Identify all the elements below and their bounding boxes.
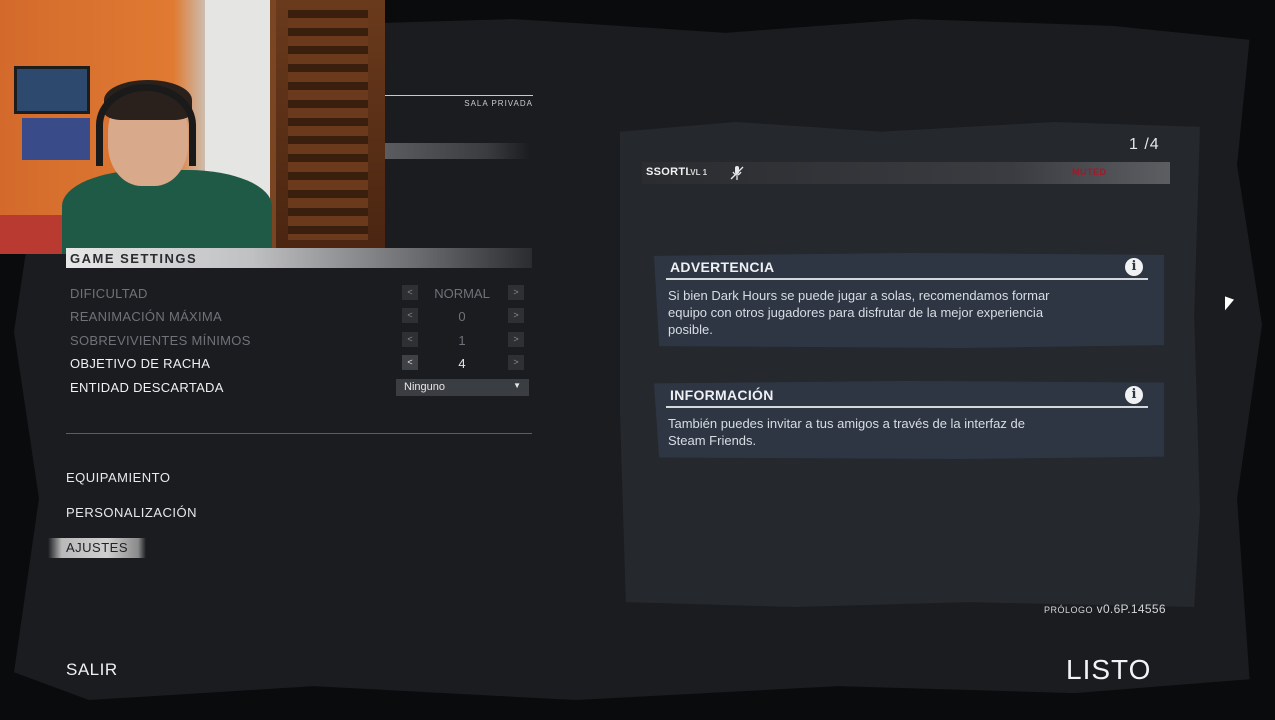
notice-title: INFORMACIÓN: [670, 387, 774, 403]
notice-text: Si bien Dark Hours se puede jugar a sola…: [668, 288, 1050, 337]
game-settings-header: GAME SETTINGS: [66, 248, 532, 268]
notice-title: ADVERTENCIA: [670, 259, 775, 275]
player-name: SSORTI: [646, 166, 689, 178]
setting-label: OBJETIVO DE RACHA: [70, 356, 211, 371]
increase-button[interactable]: >: [508, 355, 524, 370]
increase-button[interactable]: >: [508, 285, 524, 300]
warning-notice: ADVERTENCIA i Si bien Dark Hours se pued…: [654, 253, 1164, 348]
setting-label: DIFICULTAD: [70, 286, 148, 301]
notice-divider: [666, 278, 1148, 280]
settings-divider: [66, 433, 532, 434]
webcam-poster: [14, 66, 90, 114]
player-level: LVL 1: [686, 168, 708, 177]
setting-streak-goal: OBJETIVO DE RACHA < 4 >: [70, 355, 530, 373]
player-status: MUTED: [1072, 167, 1107, 177]
microphone-muted-icon[interactable]: [730, 165, 744, 181]
entity-dropdown[interactable]: Ninguno ▼: [396, 379, 529, 396]
setting-difficulty: DIFICULTAD < NORMAL >: [70, 285, 530, 303]
setting-value: 0: [458, 309, 466, 324]
equipment-menu-item[interactable]: EQUIPAMIENTO: [66, 470, 170, 485]
mouse-cursor-icon: [1225, 296, 1234, 314]
setting-label: SOBREVIVIENTES MÍNIMOS: [70, 333, 251, 348]
increase-button[interactable]: >: [508, 308, 524, 323]
decrease-button[interactable]: <: [402, 355, 418, 370]
headset-icon: [96, 84, 196, 166]
setting-min-survivors: SOBREVIVIENTES MÍNIMOS < 1 >: [70, 332, 530, 350]
version-prefix: PRÓLOGO: [1044, 605, 1094, 615]
player-slot[interactable]: SSORTI LVL 1 MUTED: [642, 162, 1170, 184]
setting-label: REANIMACIÓN MÁXIMA: [70, 309, 223, 324]
setting-max-revive: REANIMACIÓN MÁXIMA < 0 >: [70, 308, 530, 326]
webcam-window: [270, 0, 385, 254]
version-number: v0.6P.14556: [1096, 602, 1166, 616]
decrease-button[interactable]: <: [402, 308, 418, 323]
notice-divider: [666, 406, 1148, 408]
player-counter: 1 /4: [1129, 136, 1160, 153]
settings-menu-item[interactable]: AJUSTES: [48, 538, 146, 558]
room-divider: [385, 95, 533, 96]
room-bar: [385, 143, 530, 159]
notice-text: También puedes invitar a tus amigos a tr…: [668, 416, 1025, 448]
info-notice: INFORMACIÓN i También puedes invitar a t…: [654, 381, 1164, 459]
decrease-button[interactable]: <: [402, 332, 418, 347]
info-icon: i: [1125, 258, 1143, 276]
customization-menu-item[interactable]: PERSONALIZACIÓN: [66, 505, 197, 520]
info-icon: i: [1125, 386, 1143, 404]
increase-button[interactable]: >: [508, 332, 524, 347]
exit-button[interactable]: SALIR: [66, 660, 118, 680]
setting-label: ENTIDAD DESCARTADA: [70, 380, 224, 395]
webcam-overlay: [0, 0, 385, 254]
room-type-label: SALA PRIVADA: [464, 99, 533, 108]
setting-value: NORMAL: [434, 286, 490, 301]
setting-discarded-entity: ENTIDAD DESCARTADA Ninguno ▼: [70, 379, 530, 397]
version-label: PRÓLOGO v0.6P.14556: [1044, 602, 1166, 616]
setting-value: 4: [458, 356, 466, 371]
dropdown-value: Ninguno: [404, 381, 445, 393]
ready-button[interactable]: LISTO: [1066, 654, 1151, 686]
setting-value: 1: [458, 333, 466, 348]
decrease-button[interactable]: <: [402, 285, 418, 300]
chevron-down-icon: ▼: [513, 381, 521, 390]
game-settings-title: GAME SETTINGS: [70, 251, 198, 266]
webcam-poster-2: [22, 118, 90, 160]
lobby-panel: [620, 122, 1200, 607]
